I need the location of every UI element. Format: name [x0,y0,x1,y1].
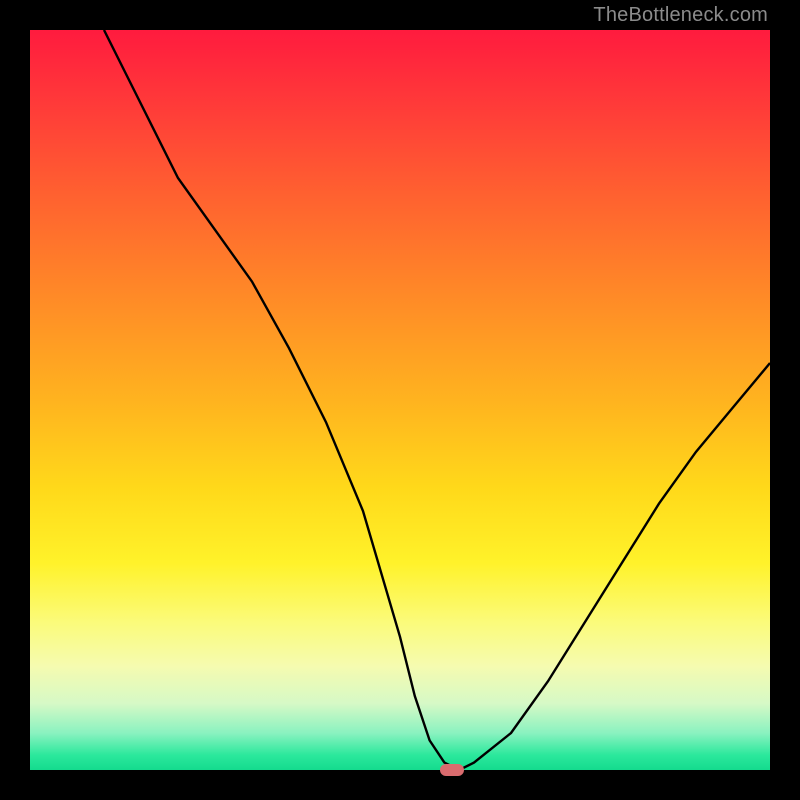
min-marker [440,764,464,776]
bottleneck-curve [30,30,770,770]
chart-container: TheBottleneck.com [0,0,800,800]
watermark-text: TheBottleneck.com [593,4,768,27]
plot-area [30,30,770,770]
curve-path [104,30,770,770]
